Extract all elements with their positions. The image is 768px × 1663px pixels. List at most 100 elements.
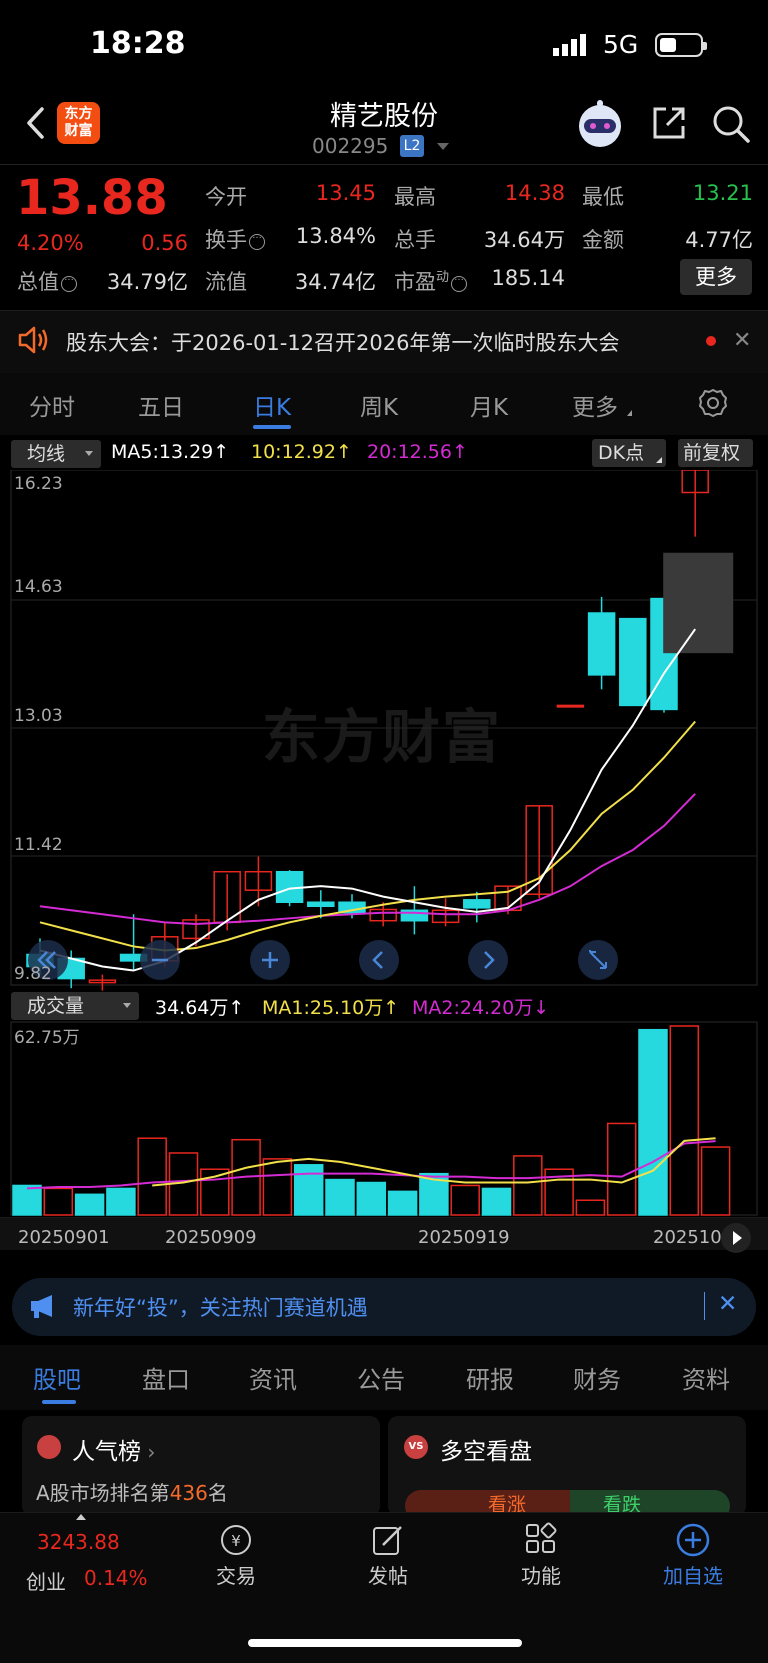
tab-news[interactable]: 资讯 <box>249 1360 297 1395</box>
svg-text:¥: ¥ <box>231 1532 241 1550</box>
ma20-label: 20:12.56↑ <box>367 441 468 463</box>
volume-bar <box>669 1025 700 1216</box>
tab-monthly-k[interactable]: 月K <box>470 388 508 422</box>
notice-text[interactable]: 股东大会：于2026-01-12召开2026年第一次临时股东大会 <box>66 327 619 357</box>
index-name[interactable]: 创业 <box>26 1566 66 1595</box>
y-tick-4: 9.82 <box>14 964 52 984</box>
open-value: 13.45 <box>315 181 376 205</box>
current-price: 13.88 <box>16 170 168 226</box>
unread-dot <box>706 336 716 346</box>
add-watchlist-icon[interactable] <box>675 1522 711 1558</box>
search-icon[interactable] <box>711 104 751 144</box>
network-type: 5G <box>603 30 639 59</box>
pe-label[interactable]: 市盈动 ··· <box>394 266 468 296</box>
volume-bar <box>262 1158 293 1216</box>
signal-icon <box>553 34 586 56</box>
volume-bar <box>606 1122 637 1216</box>
index-value[interactable]: 3243.88 <box>37 1530 120 1554</box>
volume-bar <box>387 1190 418 1216</box>
more-button[interactable]: 更多 <box>680 259 752 295</box>
volume-bar <box>356 1181 387 1216</box>
nav-functions[interactable]: 功能 <box>491 1560 591 1589</box>
volume-bar <box>575 1199 606 1216</box>
vol-max-label: 62.75万 <box>14 1028 80 1048</box>
volume-bar <box>106 1187 136 1216</box>
volume-value: 34.64万 <box>483 228 565 252</box>
tab-daily-k[interactable]: 日K <box>253 388 291 422</box>
candle-body <box>556 704 585 708</box>
close-banner-icon[interactable]: ✕ <box>718 1291 737 1317</box>
candle-body <box>307 901 335 908</box>
y-tick-1: 14.63 <box>14 577 63 597</box>
tab-announcements[interactable]: 公告 <box>357 1360 405 1395</box>
floatcap-label: 流值 <box>205 270 247 294</box>
post-icon[interactable] <box>371 1523 405 1557</box>
share-icon[interactable] <box>650 104 688 142</box>
functions-icon[interactable] <box>524 1522 558 1556</box>
pe-value: 185.14 <box>491 266 565 290</box>
volume-bar <box>12 1184 42 1216</box>
date-label-1: 20250909 <box>165 1227 257 1248</box>
volume-bar <box>74 1193 105 1216</box>
info-icon[interactable]: ··· <box>61 276 77 292</box>
tab-weekly-k[interactable]: 周K <box>360 388 398 422</box>
volume-bar <box>513 1155 543 1216</box>
nav-add-watchlist[interactable]: 加自选 <box>643 1560 743 1589</box>
adjust-button[interactable]: 前复权 <box>678 439 753 467</box>
ma10-label: 10:12.92↑ <box>251 441 352 463</box>
change-amount: 0.56 <box>141 231 188 255</box>
scroll-right-icon[interactable] <box>720 1222 752 1254</box>
close-notice-icon[interactable]: ✕ <box>733 328 751 353</box>
banner-divider <box>704 1292 705 1320</box>
popularity-title[interactable]: 人气榜 › <box>72 1432 155 1466</box>
tab-financials[interactable]: 财务 <box>573 1360 621 1395</box>
tab-more[interactable]: 更多 <box>572 388 618 422</box>
volume-label: 总手 <box>394 228 436 252</box>
status-time: 18:28 <box>90 26 186 61</box>
change-percent: 4.20% <box>17 231 84 255</box>
info-icon[interactable]: ··· <box>249 234 265 250</box>
volume-bar <box>481 1187 512 1216</box>
ma5-label: MA5:13.29↑ <box>111 441 230 463</box>
tab-forum[interactable]: 股吧 <box>33 1360 81 1395</box>
trade-icon[interactable]: ¥ <box>218 1523 254 1557</box>
volume-bar <box>638 1028 668 1216</box>
robot-assistant-icon[interactable] <box>574 100 626 148</box>
info-icon[interactable]: ··· <box>451 276 468 292</box>
low-value: 13.21 <box>692 181 753 205</box>
kline-chart[interactable] <box>0 470 768 1250</box>
banner-text[interactable]: 新年好“投”，关注热门赛道机遇 <box>73 1292 368 1322</box>
tab-intraday[interactable]: 分时 <box>29 388 75 422</box>
open-label: 今开 <box>205 185 247 209</box>
gear-icon[interactable] <box>698 388 728 418</box>
nav-trade[interactable]: 交易 <box>186 1560 286 1589</box>
expand-caret-icon[interactable] <box>76 1514 86 1520</box>
candle-body <box>463 899 491 909</box>
chart-nav-right-button[interactable] <box>468 940 508 980</box>
date-label-0: 20250901 <box>18 1227 110 1248</box>
volume-bar <box>325 1178 355 1216</box>
ranking-icon <box>37 1435 61 1459</box>
active-content-tab-indicator <box>42 1400 76 1404</box>
tab-orderbook[interactable]: 盘口 <box>142 1360 190 1395</box>
vol-ma1-label: MA1:25.10万↑ <box>262 997 400 1019</box>
mktcap-label[interactable]: 总值 ··· <box>17 266 77 296</box>
candle-body <box>619 617 647 707</box>
dk-point-button[interactable]: DK点 <box>592 439 666 467</box>
index-percent[interactable]: 0.14% <box>84 1566 148 1590</box>
code-dropdown-icon[interactable] <box>437 143 449 150</box>
volume-bar <box>43 1187 74 1216</box>
volume-bar <box>700 1146 731 1216</box>
chart-nav-left-button[interactable] <box>359 940 399 980</box>
nav-post[interactable]: 发帖 <box>338 1560 438 1589</box>
tab-five-day[interactable]: 五日 <box>138 388 184 422</box>
turnover-label[interactable]: 换手 ··· <box>205 224 265 254</box>
l2-badge[interactable]: L2 <box>400 135 424 157</box>
vol-ma2-label: MA2:24.20万↓ <box>412 997 550 1019</box>
volume-selector[interactable]: 成交量 <box>11 992 139 1020</box>
tab-research[interactable]: 研报 <box>466 1360 514 1395</box>
tab-profile[interactable]: 资料 <box>682 1360 730 1395</box>
stock-code[interactable]: 002295 <box>312 134 388 158</box>
header-divider <box>0 164 768 165</box>
ma-selector[interactable]: 均线 <box>11 440 101 468</box>
